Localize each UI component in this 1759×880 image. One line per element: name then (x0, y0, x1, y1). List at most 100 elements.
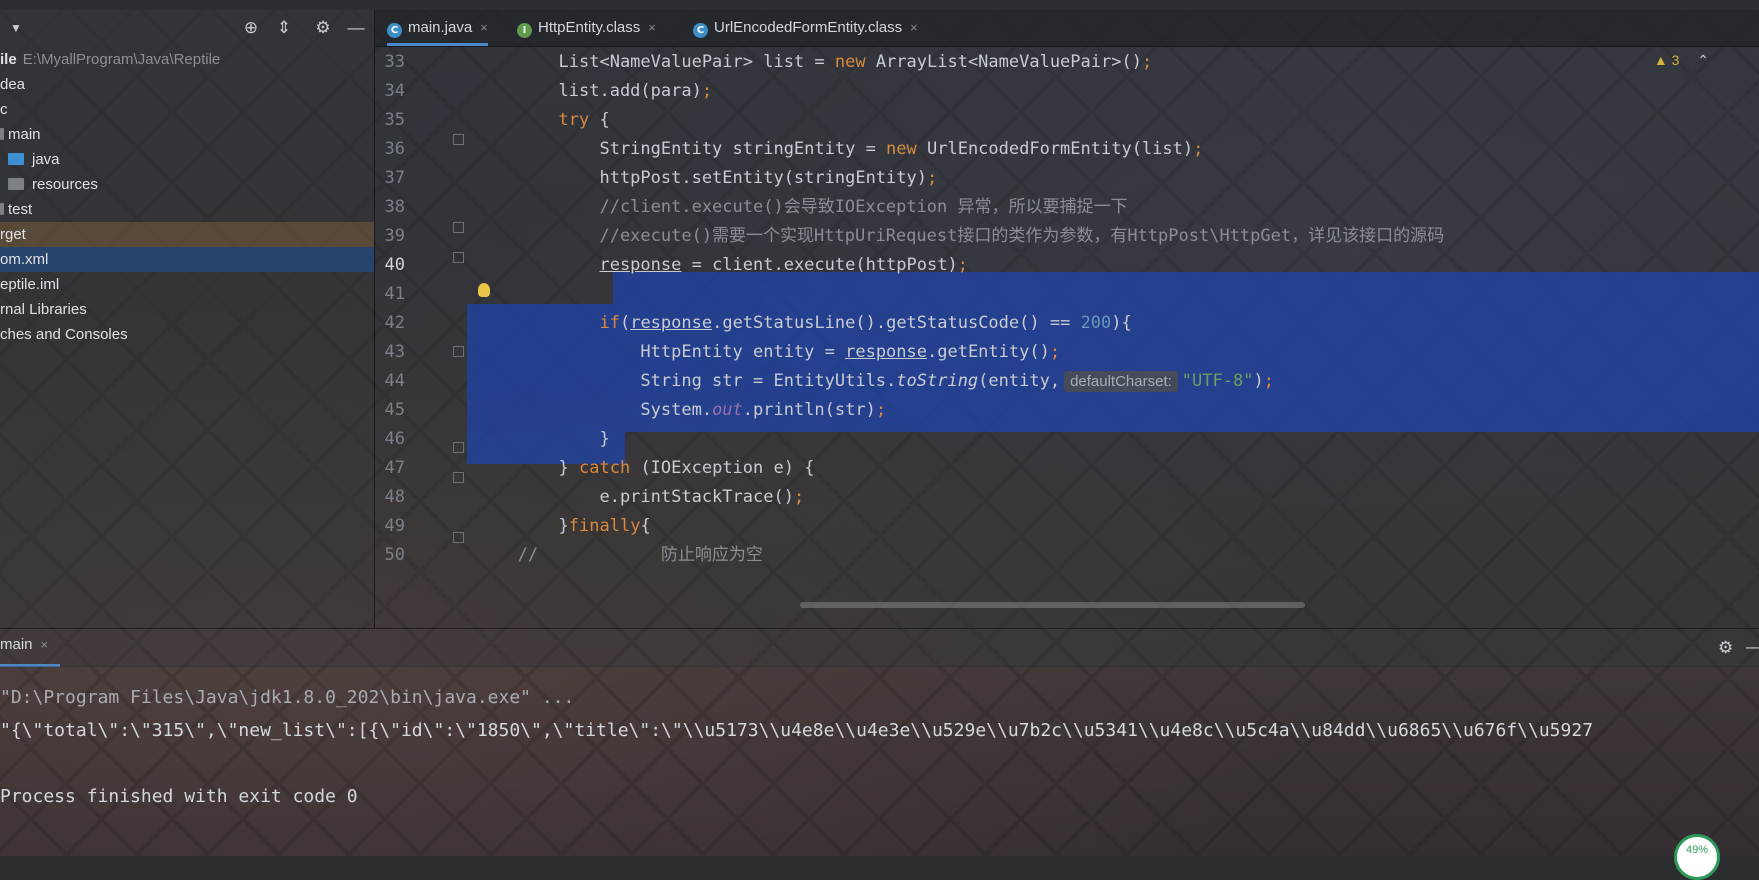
code-token: (entity, (978, 371, 1061, 391)
tab-httpentity-class[interactable]: I HttpEntity.class × (517, 10, 656, 46)
locate-icon[interactable]: ⊕ (241, 18, 261, 38)
code-line: 35 try { (375, 104, 610, 136)
minimize-icon[interactable]: — (346, 18, 366, 38)
parameter-hint: defaultCharset: (1064, 371, 1178, 392)
horizontal-scrollbar[interactable] (800, 602, 1305, 608)
code-token: 200 (1080, 313, 1112, 333)
tree-item-label: rnal Libraries (0, 301, 87, 318)
tree-item-java[interactable]: java (0, 147, 374, 172)
tree-item-scratches[interactable]: ches and Consoles (0, 322, 374, 347)
code-line: 50 // 防止响应为空 (375, 539, 763, 571)
editor-panel: Cmain.java × I HttpEntity.class × C UrlEncod… (375, 10, 1759, 628)
code-token: .println(str) (742, 400, 876, 420)
tree-item-target[interactable]: rget (0, 222, 374, 247)
code-comment: //execute()需要一个实现HttpUriRequest接口的类作为参数，… (599, 226, 1445, 246)
tab-label: HttpEntity.class (538, 19, 641, 36)
code-line: 33 List<NameValuePair> list = new ArrayL… (375, 46, 1153, 78)
code-token: ; (957, 255, 968, 275)
lightbulb-icon[interactable] (478, 283, 490, 297)
gear-icon[interactable]: ⚙ (313, 18, 333, 38)
code-token: System. (640, 400, 713, 420)
line-number: 45 (384, 400, 405, 420)
code-token: response (599, 255, 682, 275)
line-number: 42 (384, 313, 405, 333)
collapse-all-icon[interactable]: ⇕ (274, 18, 294, 38)
line-number: 44 (384, 371, 405, 391)
code-token: "UTF-8" (1181, 371, 1254, 391)
tree-item-label: ile (0, 51, 17, 68)
code-line: 44 String str = EntityUtils.toString(ent… (375, 365, 1274, 397)
tab-main-java[interactable]: Cmain.java × (387, 10, 488, 46)
code-line: 47 } catch (IOException e) { (375, 452, 815, 484)
code-line: 38 //client.execute()会导致IOException 异常，所… (375, 191, 1128, 223)
line-number: 43 (384, 342, 405, 362)
code-editor[interactable]: 33 List<NameValuePair> list = new ArrayL… (375, 46, 1759, 628)
code-token: = client.execute(httpPost) (681, 255, 958, 275)
line-number: 47 (384, 458, 405, 478)
code-line: 49 }finally{ (375, 510, 651, 542)
code-token: StringEntity stringEntity = (599, 139, 887, 159)
close-icon[interactable]: × (480, 20, 488, 35)
line-number: 39 (384, 226, 405, 246)
code-token: ){ (1111, 313, 1132, 333)
tree-item-root[interactable]: ile E:\MyallProgram\Java\Reptile (0, 47, 374, 72)
tree-item-main[interactable]: main (0, 122, 374, 147)
chevron-down-icon[interactable]: ▼ (6, 18, 26, 38)
tab-urlencodedformentity-class[interactable]: C UrlEncodedFormEntity.class × (693, 10, 918, 46)
code-line: 46 } (375, 423, 610, 455)
code-line: 40 response = client.execute(httpPost); (375, 249, 968, 281)
line-number: 40 (384, 255, 405, 275)
folder-icon (0, 203, 4, 215)
gear-icon[interactable]: ⚙ (1718, 638, 1733, 658)
console-line: Process finished with exit code 0 (0, 786, 358, 807)
code-token: ; (926, 168, 938, 188)
code-token: HttpEntity entity = (640, 342, 846, 362)
tree-item-label: dea (0, 76, 26, 93)
code-token: ; (701, 81, 713, 101)
tree-item-pom[interactable]: om.xml (0, 247, 374, 272)
warning-count: 3 (1671, 52, 1680, 68)
code-token: ArrayList<NameValuePair>() (865, 52, 1142, 72)
code-token: try (558, 110, 590, 130)
inspection-widget[interactable]: ▲ 3 ⌃ (1654, 52, 1709, 69)
code-token: e.printStackTrace() (599, 487, 794, 507)
run-tab-label: main (0, 636, 33, 653)
code-line: 43 HttpEntity entity = response.getEntit… (375, 336, 1061, 368)
tree-item-src[interactable]: c (0, 97, 374, 122)
run-console[interactable]: "D:\Program Files\Java\jdk1.8.0_202\bin\… (0, 666, 1759, 856)
tree-item-resources[interactable]: resources (0, 172, 374, 197)
interface-icon: I (517, 23, 532, 38)
java-class-icon: C (387, 23, 402, 38)
run-toolbar: main × ⚙ — (0, 628, 1759, 667)
minimize-icon[interactable]: — (1746, 637, 1759, 657)
close-icon[interactable]: × (41, 637, 49, 652)
code-line: 37 httpPost.setEntity(stringEntity); (375, 162, 938, 194)
code-token: out (712, 400, 743, 420)
tab-label: main.java (408, 19, 473, 36)
code-token: ; (875, 400, 887, 420)
project-panel: ▼ ⊕ ⇕ ⚙ — ile E:\MyallProgram\Java\Reptil… (0, 10, 375, 628)
code-comment: //client.execute()会导致IOException 异常，所以要捕… (599, 197, 1128, 217)
console-line: "D:\Program Files\Java\jdk1.8.0_202\bin\… (0, 687, 575, 708)
resources-folder-icon (8, 178, 24, 190)
tree-item-test[interactable]: test (0, 197, 374, 222)
tree-item-iml[interactable]: eptile.iml (0, 272, 374, 297)
tree-item-label: main (8, 126, 41, 143)
close-icon[interactable]: × (910, 20, 918, 35)
run-tab-main[interactable]: main × (0, 629, 61, 667)
close-icon[interactable]: × (648, 20, 656, 35)
code-line: 36 StringEntity stringEntity = new UrlEn… (375, 133, 1204, 165)
chevron-up-icon[interactable]: ⌃ (1697, 52, 1709, 68)
code-token: new (886, 139, 917, 159)
line-number: 48 (384, 487, 405, 507)
tree-item-external-libraries[interactable]: rnal Libraries (0, 297, 374, 322)
code-token: .getEntity() (927, 342, 1050, 362)
code-token: finally (568, 516, 641, 536)
title-strip (0, 0, 1759, 10)
cpu-usage-widget: 49% (1674, 834, 1720, 880)
tree-item-idea[interactable]: dea (0, 72, 374, 97)
line-number: 37 (384, 168, 405, 188)
code-token: .getStatusLine().getStatusCode() == (712, 313, 1081, 333)
code-token: response (630, 313, 713, 333)
line-number: 35 (384, 110, 405, 130)
